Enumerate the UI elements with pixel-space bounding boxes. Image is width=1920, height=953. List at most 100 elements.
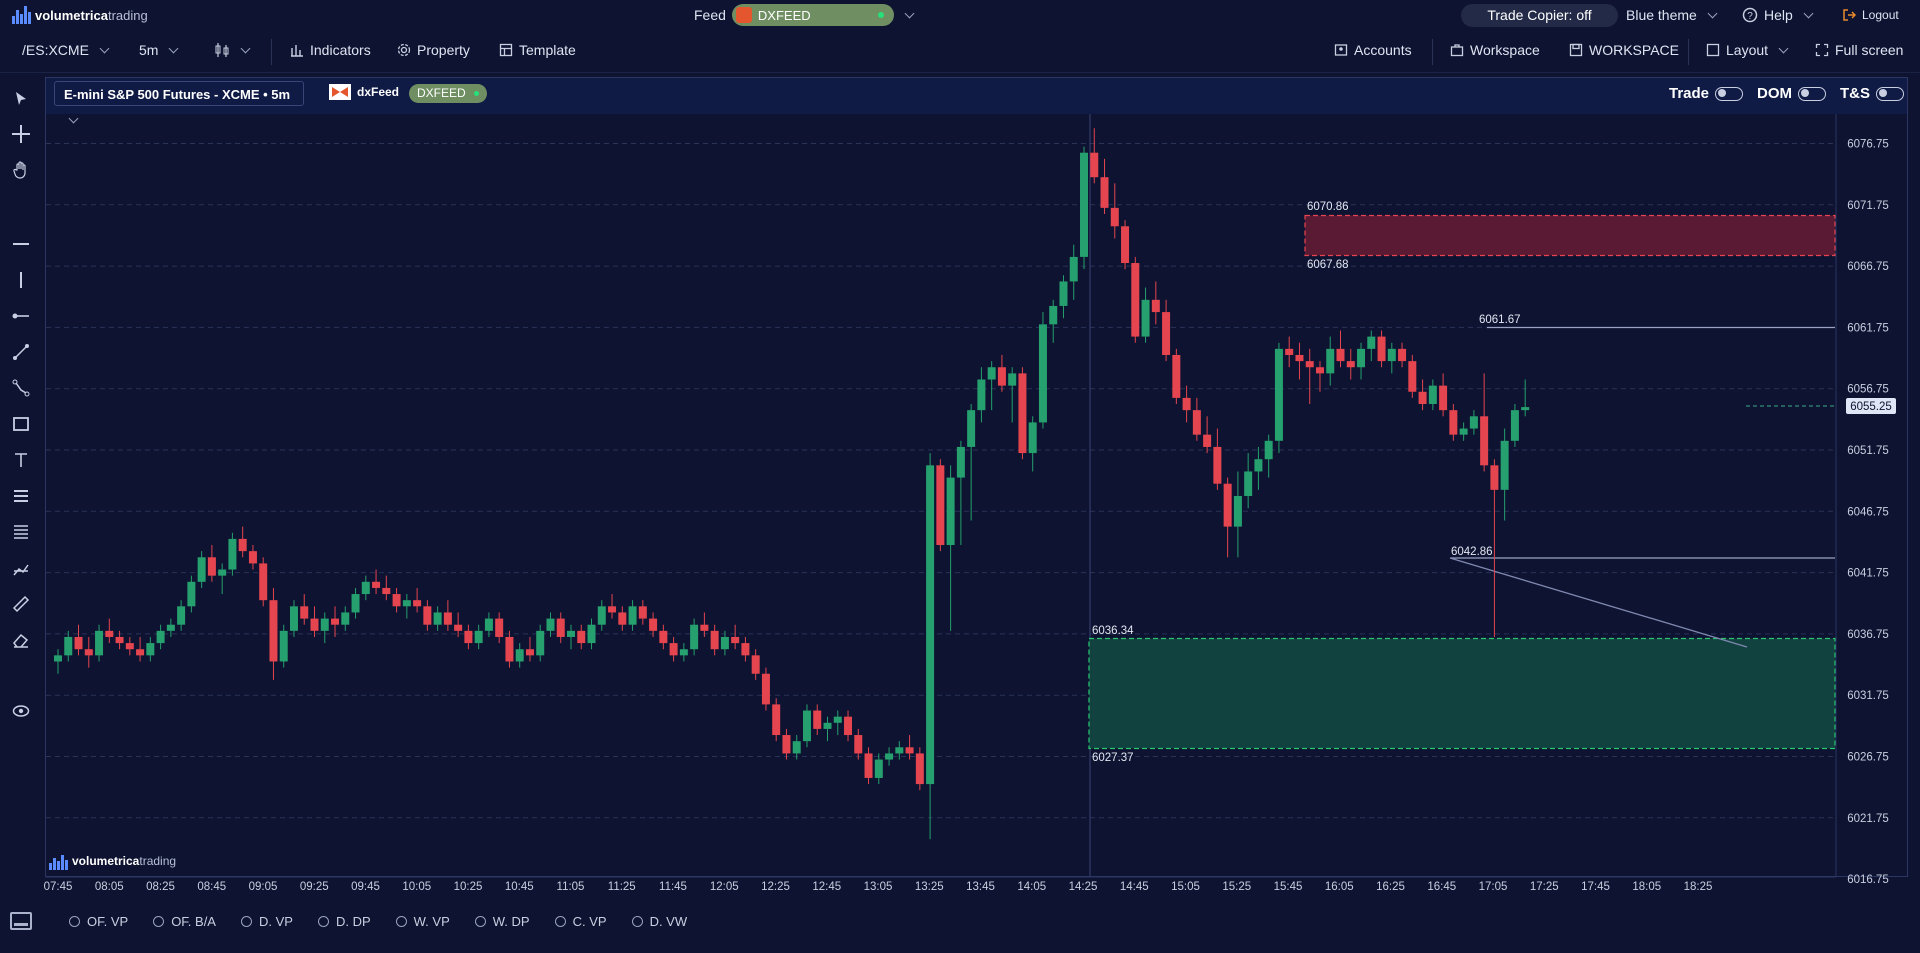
option-w-dp[interactable]: W. DP [474, 913, 530, 929]
timeframe-selector[interactable]: 5m [139, 42, 179, 58]
trend-line-icon[interactable] [10, 341, 32, 363]
radio-icon[interactable] [69, 915, 80, 927]
time-tick-label: 15:05 [1171, 881, 1200, 893]
option-label: W. DP [492, 913, 530, 929]
main-toolbar: /ES:XCME 5m Indicators Property Template… [0, 32, 1920, 73]
toggle-switch-icon[interactable] [1876, 86, 1904, 101]
cursor-icon[interactable] [10, 88, 32, 110]
time-tick-label: 13:45 [966, 881, 995, 893]
logout-icon [1843, 9, 1856, 21]
symbol-selector[interactable]: /ES:XCME [22, 42, 110, 58]
theme-selector[interactable]: Blue theme [1626, 7, 1718, 23]
time-tick-label: 12:05 [710, 881, 739, 893]
dom-toggle[interactable]: DOM [1757, 85, 1826, 102]
trade-toggle[interactable]: Trade [1669, 85, 1744, 102]
feed-selector[interactable]: Feed DXFEED [694, 4, 915, 26]
radio-icon[interactable] [395, 915, 407, 927]
indicators-label: Indicators [310, 42, 371, 58]
radio-icon[interactable] [631, 915, 643, 927]
option-d-vw[interactable]: D. VW [631, 913, 688, 929]
rectangle-icon[interactable] [10, 413, 32, 435]
path-icon[interactable] [10, 377, 32, 399]
time-tick-label: 17:45 [1581, 881, 1610, 893]
time-tick-label: 11:05 [557, 881, 585, 893]
workspace-button[interactable]: Workspace [1450, 42, 1540, 58]
trade-toggle-label: Trade [1669, 85, 1710, 102]
trade-copier-button[interactable]: Trade Copier: off [1461, 4, 1618, 27]
accounts-button[interactable]: Accounts [1334, 42, 1412, 58]
instrument-selector[interactable]: E-mini S&P 500 Futures - XCME • 5m [54, 81, 304, 124]
radio-icon[interactable] [474, 915, 486, 927]
chevron-down-icon [99, 43, 110, 53]
brand-name-light: trading [107, 7, 148, 23]
dxfeed-logo-icon [329, 84, 351, 100]
time-tick-label: 08:05 [95, 881, 124, 893]
crosshair-icon[interactable] [10, 123, 32, 145]
radio-icon[interactable] [240, 915, 252, 927]
option-label: D. DP [335, 913, 371, 929]
radio-icon[interactable] [317, 915, 329, 927]
bottom-options-bar: OF. VP OF. B/A D. VP D. DP W. VP W. DP C. VP D.… [45, 906, 1908, 936]
chevron-down-icon[interactable] [904, 8, 915, 18]
template-button[interactable]: Template [499, 42, 576, 58]
feed-badge: DXFEED [409, 84, 487, 103]
chart-type-selector[interactable] [214, 41, 251, 59]
brand-logo[interactable]: volumetricatrading [12, 6, 148, 24]
dom-toggle-label: DOM [1757, 85, 1792, 102]
fib-icon[interactable] [10, 485, 32, 507]
fullscreen-icon [1815, 43, 1829, 57]
chart-panel [45, 77, 1908, 877]
ray-icon[interactable] [10, 305, 32, 327]
time-tick-label: 18:05 [1632, 881, 1661, 893]
eraser-icon[interactable] [10, 629, 32, 651]
radio-icon[interactable] [153, 915, 165, 927]
time-tick-label: 12:25 [761, 881, 790, 893]
chevron-down-icon [1778, 43, 1789, 53]
brand-logo-icon [12, 6, 31, 24]
time-tick-label: 14:05 [1017, 881, 1046, 893]
option-c-vp[interactable]: C. VP [554, 913, 607, 929]
logout-button[interactable]: Logout [1842, 8, 1899, 22]
ruler-icon[interactable] [10, 593, 32, 615]
feed-pill[interactable]: DXFEED [731, 4, 894, 26]
toggle-switch-icon[interactable] [1798, 86, 1826, 101]
property-button[interactable]: Property [397, 42, 470, 58]
ts-toggle-label: T&S [1840, 85, 1870, 102]
vertical-line-icon[interactable] [10, 269, 32, 291]
option-d-vp[interactable]: D. VP [240, 914, 293, 929]
radio-icon[interactable] [554, 915, 566, 927]
toolbar-divider [1688, 39, 1689, 65]
help-menu[interactable]: ? Help [1742, 7, 1814, 23]
channel-icon[interactable] [10, 521, 32, 543]
hand-icon[interactable] [10, 159, 32, 181]
option-label: W. VP [413, 913, 450, 929]
toggle-switch-icon[interactable] [1715, 86, 1744, 101]
accounts-icon [1334, 44, 1348, 56]
save-workspace-button[interactable]: WORKSPACE [1569, 42, 1679, 58]
text-icon[interactable] [10, 449, 32, 471]
indicators-button[interactable]: Indicators [290, 42, 371, 58]
instrument-label: E-mini S&P 500 Futures - XCME • 5m [64, 87, 291, 102]
option-label: D. VW [649, 913, 688, 929]
time-tick-label: 10:05 [402, 881, 431, 893]
candlestick-type-icon [215, 43, 229, 57]
toolbar-divider [1432, 39, 1433, 65]
terminal-icon[interactable] [10, 912, 32, 930]
option-of-b-a[interactable]: OF. B/A [153, 914, 216, 929]
option-of-vp[interactable]: OF. VP [69, 914, 128, 929]
horizontal-line-icon[interactable] [10, 233, 32, 255]
layout-selector[interactable]: Layout [1706, 42, 1789, 58]
option-label: C. VP [572, 913, 607, 929]
time-tick-label: 18:25 [1684, 881, 1713, 893]
save-icon [1569, 43, 1583, 57]
option-d-dp[interactable]: D. DP [317, 913, 371, 929]
option-w-vp[interactable]: W. VP [395, 913, 450, 929]
fullscreen-button[interactable]: Full screen [1815, 42, 1903, 58]
eye-icon[interactable] [10, 700, 32, 722]
time-tick-label: 17:25 [1530, 881, 1559, 893]
fullscreen-label: Full screen [1835, 42, 1904, 58]
ts-toggle[interactable]: T&S [1840, 85, 1904, 102]
pitchfork-icon[interactable] [10, 557, 32, 579]
time-tick-label: 11:45 [659, 881, 687, 893]
accounts-label: Accounts [1354, 42, 1412, 58]
